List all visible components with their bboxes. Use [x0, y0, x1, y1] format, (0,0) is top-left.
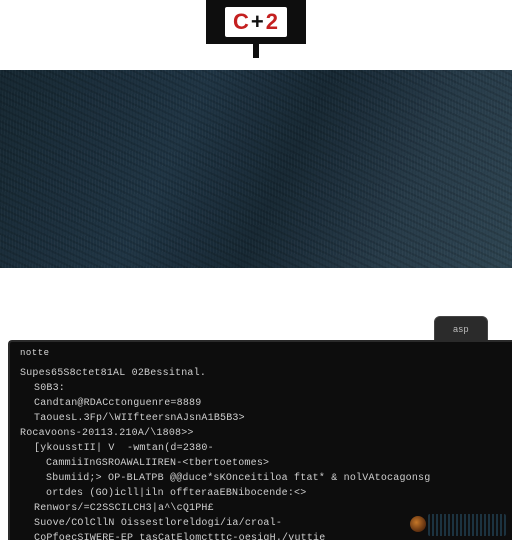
logo-text: C+2	[225, 7, 287, 37]
terminal-line: [ykousstII| V -wmtan(d=2380-	[20, 441, 502, 456]
logo-plus: +	[251, 9, 265, 34]
logo-stem	[253, 44, 259, 58]
logo-badge: C+2	[206, 0, 306, 44]
terminal-line: ortdes (GO)icll|iln offteraaEBNibocende:…	[20, 486, 502, 501]
monitor-tab[interactable]: asp	[434, 316, 488, 342]
decorative-icon	[428, 514, 506, 536]
terminal-line: TaouesL.3Fp/\WIIfteersnAJsnA1B5B3>	[20, 411, 502, 426]
hero-texture-banner	[0, 70, 512, 268]
monitor-tab-label: asp	[453, 324, 469, 334]
terminal-line: Rocavoons-20113.210A/\1808>>	[20, 426, 502, 441]
terminal-line: CammiiInGSROAWALIIREN-<tbertoetomes>	[20, 456, 502, 471]
terminal-line: Supes65S8ctet81AL 02Bessitnal.	[20, 366, 502, 381]
terminal-line: Sbumiid;> OP-BLATPB @@duce*sKOnceitiloa …	[20, 471, 502, 486]
terminal-line: Candtan@RDACctonguenre=8889	[20, 396, 502, 411]
terminal-window[interactable]: notte Supes65S8ctet81AL 02Bessitnal.S0B3…	[8, 340, 512, 540]
terminal-line: S0B3:	[20, 381, 502, 396]
terminal-title: notte	[20, 348, 502, 358]
logo-letter-c: C	[233, 9, 250, 34]
logo-number-2: 2	[266, 9, 279, 34]
